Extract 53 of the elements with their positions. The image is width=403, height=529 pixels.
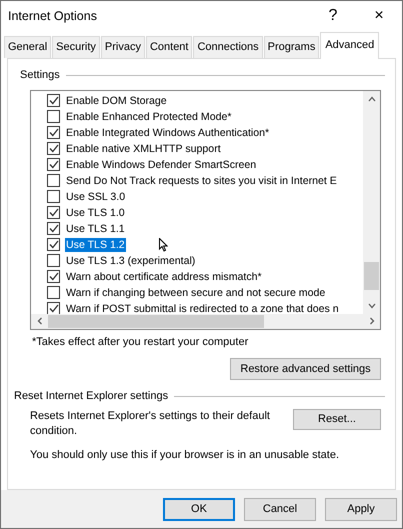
checkbox[interactable] [47,126,60,139]
reset-button[interactable]: Reset... [293,408,381,430]
restore-button[interactable]: Restore advanced settings [230,358,381,380]
vertical-scrollbar[interactable] [363,90,380,314]
checkbox[interactable] [47,270,60,283]
setting-label[interactable]: Warn if changing between secure and not secure mode [65,286,326,300]
tab[interactable]: Advanced [320,32,380,59]
setting-label[interactable]: Enable Windows Defender SmartScreen [65,158,258,172]
tab[interactable]: Security [52,36,100,58]
footnote: *Takes effect after you restart your computer [31,334,250,350]
setting-label[interactable]: Enable Integrated Windows Authentication* [65,126,270,140]
dialog-button[interactable]: OK [163,498,235,520]
setting-label[interactable]: Use TLS 1.0 [65,206,126,220]
checkbox[interactable] [47,158,60,171]
window-title: Internet Options [8,8,98,25]
checkbox[interactable] [47,254,60,267]
setting-label[interactable]: Use TLS 1.2 [65,238,126,252]
help-button[interactable]: ? [310,8,356,24]
checkbox[interactable] [47,110,60,123]
setting-label[interactable]: Enable DOM Storage [65,94,168,108]
scroll-thumb[interactable] [364,262,379,290]
setting-label[interactable]: Warn about certificate address mismatch* [65,270,263,284]
setting-label[interactable]: Enable Enhanced Protected Mode* [65,110,232,124]
tab[interactable]: General [4,36,52,58]
checkbox[interactable] [47,286,60,299]
checkbox[interactable] [47,238,60,251]
checkbox[interactable] [47,142,60,155]
tab[interactable]: Content [146,36,192,58]
checkbox[interactable] [47,174,60,187]
checkbox[interactable] [47,190,60,203]
description: Resets Internet Explorer's settings to their default condition. [30,408,270,438]
setting-label[interactable]: Enable native XMLHTTP support [65,142,222,156]
group-label: Reset Internet Explorer settings [14,389,168,404]
tab[interactable]: Connections [193,36,263,58]
checkbox[interactable] [47,302,60,314]
tab[interactable]: Privacy [100,36,145,58]
dialog-button[interactable]: Cancel [244,498,316,520]
setting-label[interactable]: Use SSL 3.0 [65,190,126,204]
setting-label[interactable]: Send Do Not Track requests to sites you visit in Internet E [65,174,338,188]
warning-text: You should only use this if your browser is in an unusable state. [29,448,340,462]
setting-label[interactable]: Use TLS 1.3 (experimental) [65,254,196,268]
setting-label[interactable]: Use TLS 1.1 [65,222,126,236]
cursor-icon [159,238,168,252]
checkbox[interactable] [47,222,60,235]
tab[interactable]: Programs [264,36,320,58]
checkbox[interactable] [47,206,60,219]
setting-label[interactable]: Warn if POST submittal is redirected to a zone that does n [65,302,340,314]
close-button[interactable]: × [356,8,402,24]
scroll-thumb[interactable] [48,314,264,328]
group-label: Settings [20,68,60,83]
horizontal-scrollbar[interactable] [31,314,380,328]
dialog-button[interactable]: Apply [325,498,397,520]
checkbox[interactable] [47,94,60,107]
